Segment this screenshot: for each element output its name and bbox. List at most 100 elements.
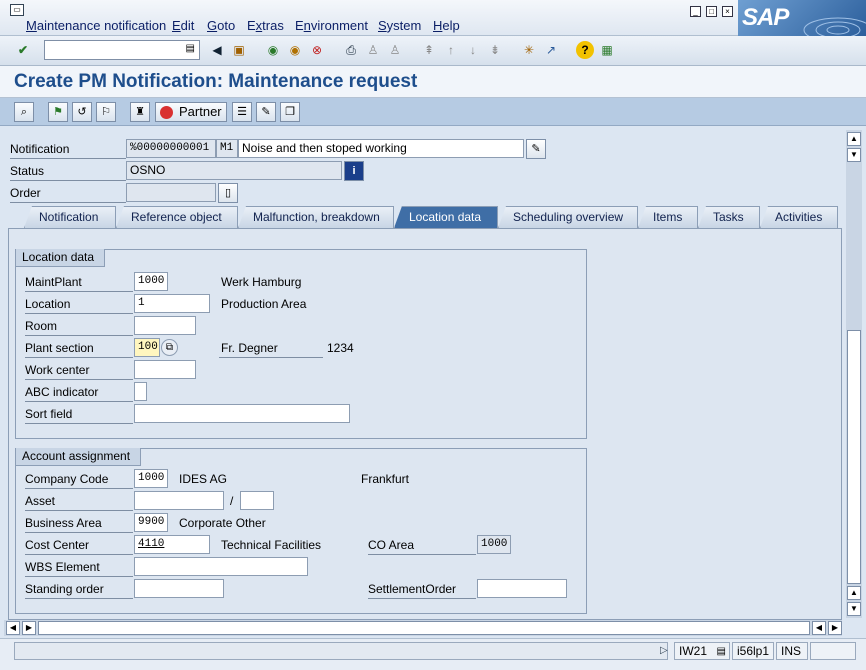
next-page-icon[interactable]: ↓ (464, 41, 482, 59)
exit-icon[interactable]: ◉ (286, 41, 304, 59)
tab-malfunction-breakdown[interactable]: Malfunction, breakdown (238, 206, 394, 228)
menu-edit[interactable]: Edit (172, 18, 194, 33)
back-icon[interactable]: ◉ (264, 41, 282, 59)
tab-tasks[interactable]: Tasks (698, 206, 760, 228)
scroll-left-icon[interactable]: ◀ (6, 621, 20, 635)
menu-maintenance-notification[interactable]: Maintenance notification (26, 18, 166, 33)
asset-field[interactable] (134, 491, 224, 510)
scroll-down-small-icon[interactable]: ▼ (847, 148, 861, 162)
room-field[interactable] (134, 316, 196, 335)
asset-subnumber-field[interactable] (240, 491, 274, 510)
command-field[interactable]: ▤ (44, 40, 200, 60)
plant-section-person: Fr. Degner (221, 341, 278, 355)
binoculars-icon[interactable]: ♜ (130, 102, 150, 122)
logo-wave-icon (803, 17, 866, 36)
value-help-icon[interactable]: ⧉ (161, 339, 178, 356)
cost-center-field[interactable]: 4110 (134, 535, 210, 554)
order-field[interactable] (126, 183, 216, 202)
create-order-icon[interactable]: ▯ (218, 183, 238, 203)
status-mode[interactable]: INS (776, 642, 808, 660)
find-next-icon[interactable]: ♙ (386, 41, 404, 59)
maint-plant-label-line (25, 291, 133, 292)
flag-icon[interactable]: ⚑ (48, 102, 68, 122)
business-area-field[interactable]: 9900 (134, 513, 168, 532)
create-session-icon[interactable]: ✳ (520, 41, 538, 59)
command-history-icon[interactable]: ▤ (186, 43, 195, 54)
notification-description-field[interactable]: Noise and then stoped working (238, 139, 524, 158)
print-icon[interactable]: ⎙ (342, 41, 360, 59)
save-icon[interactable]: ▣ (230, 41, 248, 59)
company-code-label: Company Code (25, 472, 109, 486)
previous-page-icon[interactable]: ↑ (442, 41, 460, 59)
long-text-icon[interactable]: ☰ (232, 102, 252, 122)
close-icon[interactable]: × (722, 6, 733, 17)
layout-menu-icon[interactable]: ▦ (598, 41, 616, 59)
tab-reference-object[interactable]: Reference object (116, 206, 238, 228)
abc-indicator-label: ABC indicator (25, 385, 99, 399)
shortcut-icon[interactable]: ↗ (542, 41, 560, 59)
menu-extras[interactable]: Extras (247, 18, 284, 33)
menu-help[interactable]: Help (433, 18, 460, 33)
scroll-up-small-icon[interactable]: ▲ (847, 586, 861, 600)
maint-plant-field[interactable]: 1000 (134, 272, 168, 291)
wbs-element-field[interactable] (134, 557, 308, 576)
status-list-icon[interactable]: ▤ (717, 644, 726, 660)
documents-icon[interactable]: ❐ (280, 102, 300, 122)
tab-items[interactable]: Items (638, 206, 698, 228)
activity-flag-icon[interactable]: ↺ (72, 102, 92, 122)
sort-field-input[interactable] (134, 404, 350, 423)
business-area-label-line (25, 532, 133, 533)
last-page-icon[interactable]: ⇟ (486, 41, 504, 59)
horizontal-scrollbar[interactable]: ◀ ▶ ◀ ▶ (4, 620, 842, 636)
cost-center-label-line (25, 554, 133, 555)
display-object-icon[interactable]: ⌕ (14, 102, 34, 122)
status-info-icon[interactable]: i (344, 161, 364, 181)
partner-button[interactable]: Partner (155, 102, 227, 122)
status-transaction[interactable]: IW21 ▤ (674, 642, 730, 660)
standing-order-label-line (25, 598, 133, 599)
co-area-field[interactable]: 1000 (477, 535, 511, 554)
minimize-icon[interactable]: _ (690, 6, 701, 17)
edit-long-text-icon[interactable]: ✎ (526, 139, 546, 159)
status-expand-icon[interactable]: ▷ (660, 645, 668, 656)
abc-indicator-field[interactable] (134, 382, 147, 401)
back-arrow-icon[interactable]: ◀ (208, 41, 226, 59)
help-icon[interactable]: ? (576, 41, 594, 59)
horizontal-scroll-thumb[interactable] (38, 621, 810, 635)
scroll-right-small-icon[interactable]: ▶ (22, 621, 36, 635)
tab-scheduling-overview[interactable]: Scheduling overview (498, 206, 638, 228)
scroll-down-icon[interactable]: ▼ (847, 602, 861, 616)
plant-section-label-line (25, 357, 133, 358)
notes-icon[interactable]: ✎ (256, 102, 276, 122)
tab-notification[interactable]: Notification (24, 206, 116, 228)
tab-activities[interactable]: Activities (760, 206, 838, 228)
scroll-right-icon[interactable]: ▶ (828, 621, 842, 635)
scroll-left-small-icon[interactable]: ◀ (812, 621, 826, 635)
cancel-icon[interactable]: ⊗ (308, 41, 326, 59)
settlement-order-field[interactable] (477, 579, 567, 598)
first-page-icon[interactable]: ⇞ (420, 41, 438, 59)
company-code-field[interactable]: 1000 (134, 469, 168, 488)
menu-system[interactable]: System (378, 18, 421, 33)
system-menu-icon[interactable]: ▭ (10, 4, 24, 16)
notification-type-field[interactable]: M1 (216, 139, 238, 158)
menu-environment[interactable]: Environment (295, 18, 368, 33)
enter-icon[interactable]: ✔ (14, 41, 32, 59)
standing-order-field[interactable] (134, 579, 224, 598)
tab-location-data[interactable]: Location data (394, 206, 498, 228)
vertical-scroll-thumb[interactable] (847, 330, 861, 584)
restore-icon[interactable]: □ (706, 6, 717, 17)
account-assignment-title: Account assignment (16, 448, 142, 466)
maint-plant-label: MaintPlant (25, 275, 82, 289)
notification-number-field[interactable]: %00000000001 (126, 139, 216, 158)
co-area-label: CO Area (368, 538, 415, 552)
menu-goto[interactable]: Goto (207, 18, 235, 33)
location-field[interactable]: 1 (134, 294, 210, 313)
task-flag-icon[interactable]: ⚐ (96, 102, 116, 122)
plant-section-field[interactable]: 100 (134, 338, 160, 357)
find-icon[interactable]: ♙ (364, 41, 382, 59)
work-center-field[interactable] (134, 360, 196, 379)
status-field[interactable]: OSNO (126, 161, 342, 180)
scroll-up-icon[interactable]: ▲ (847, 132, 861, 146)
vertical-scrollbar[interactable]: ▲ ▼ ▲ ▼ (846, 130, 862, 618)
